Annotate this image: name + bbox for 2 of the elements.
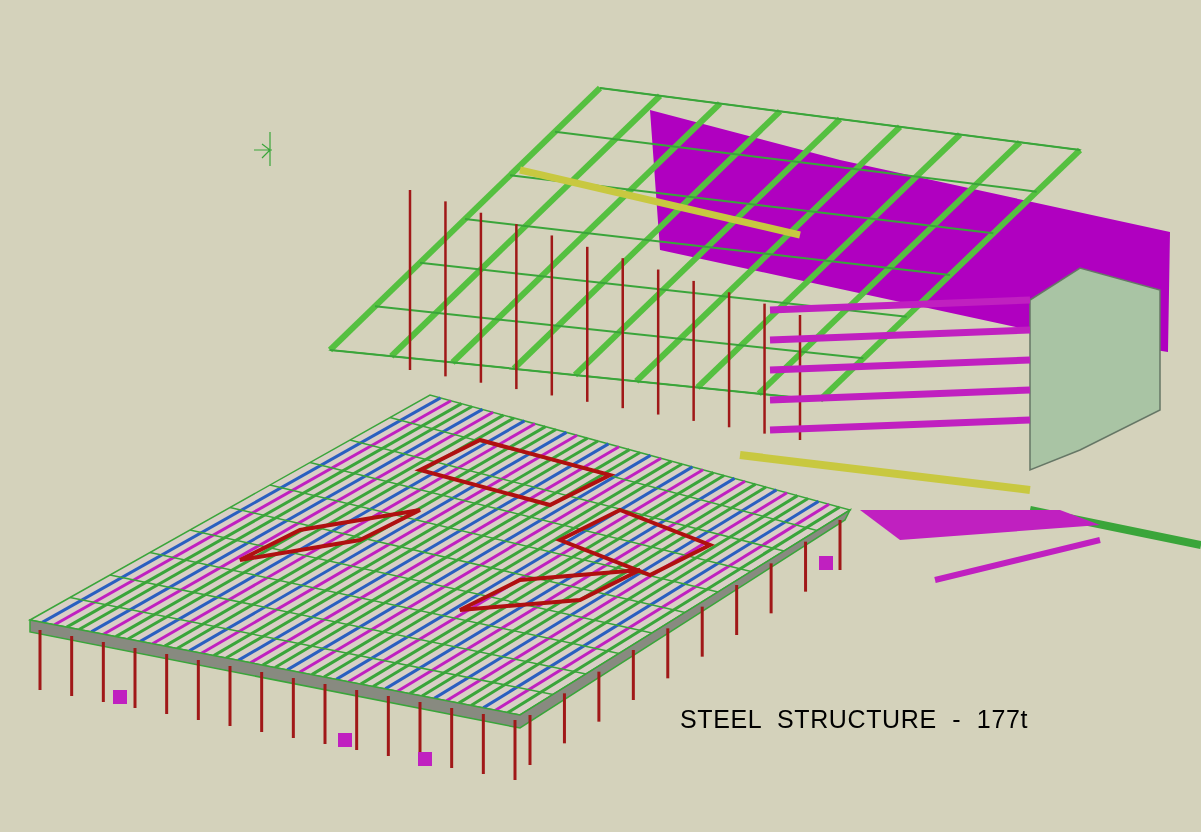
structure-caption: STEEL STRUCTURE - 177t [680, 704, 1028, 734]
axis-icon [253, 131, 273, 167]
